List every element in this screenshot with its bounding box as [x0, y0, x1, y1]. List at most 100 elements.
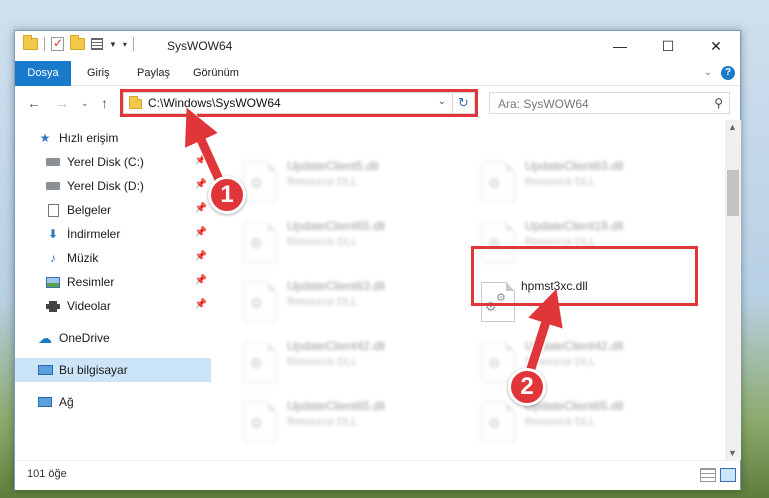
- item-count: 101 öğe: [27, 468, 67, 480]
- customize-toolbar-icon[interactable]: [91, 38, 103, 50]
- sidebar-item-label: OneDrive: [59, 331, 110, 345]
- dll-file-icon: ⚙: [243, 342, 277, 382]
- file-name: UpdateClient42.dll: [525, 339, 624, 353]
- qat-dropdown-icon[interactable]: ▾: [123, 40, 127, 49]
- sidebar-item-label: Hızlı erişim: [59, 131, 119, 145]
- sidebar-item-label: Yerel Disk (C:): [67, 155, 144, 169]
- star-icon: ★: [39, 131, 51, 145]
- file-item[interactable]: ⚙ UpdateClient65.dll Resource DLL: [235, 396, 457, 448]
- pin-icon[interactable]: 📌: [195, 251, 207, 262]
- sidebar-item-onedrive[interactable]: ☁ OneDrive: [15, 326, 211, 350]
- folder-icon: [23, 35, 38, 50]
- quick-access-toolbar: ▼ ▾: [23, 35, 134, 51]
- vertical-scrollbar[interactable]: ▲ ▼: [725, 120, 741, 460]
- sidebar-item-label: Belgeler: [67, 203, 112, 217]
- computer-icon: [37, 363, 53, 377]
- download-icon: ⬇: [47, 227, 59, 241]
- forward-arrow-icon[interactable]: →: [55, 95, 69, 111]
- file-description: Resource DLL: [525, 176, 596, 188]
- drive-icon: [45, 155, 61, 169]
- file-description: Resource DLL: [525, 416, 596, 428]
- properties-check-icon[interactable]: [51, 36, 64, 51]
- back-arrow-icon[interactable]: ←: [27, 95, 41, 111]
- sidebar-item-local-disk-c[interactable]: Yerel Disk (C:) 📌: [15, 150, 211, 174]
- sidebar-item-music[interactable]: ♪ Müzik 📌: [15, 246, 211, 270]
- close-button[interactable]: ✕: [692, 31, 740, 61]
- sidebar-item-network[interactable]: Ağ: [15, 390, 211, 414]
- file-item[interactable]: ⚙ UpdateClient42.dll Resource DLL: [235, 336, 457, 388]
- video-icon: [45, 299, 61, 313]
- file-item[interactable]: ⚙ UpdateClient63.dll Resource DLL: [235, 276, 457, 328]
- file-description: Resource DLL: [287, 356, 358, 368]
- sidebar-item-videos[interactable]: Videolar 📌: [15, 294, 211, 318]
- sidebar-item-label: Yerel Disk (D:): [67, 179, 144, 193]
- file-description: Resource DLL: [287, 236, 358, 248]
- pin-icon[interactable]: 📌: [195, 275, 207, 286]
- file-name: UpdateClient63.dll: [287, 279, 386, 293]
- navigation-pane: ★ Hızlı erişim Yerel Disk (C:) 📌 Yerel D…: [15, 120, 211, 460]
- file-item[interactable]: ⚙ UpdateClient65.dll Resource DLL: [235, 216, 457, 268]
- tab-view[interactable]: Görünüm: [183, 61, 249, 86]
- sidebar-item-downloads[interactable]: ⬇ İndirmeler 📌: [15, 222, 211, 246]
- status-bar: 101 öğe: [15, 460, 740, 490]
- file-item[interactable]: ⚙ UpdateClient5.dll Resource DLL: [235, 156, 457, 208]
- file-highlight: [471, 246, 698, 306]
- details-view-icon[interactable]: [700, 468, 716, 482]
- sidebar-item-label: Resimler: [67, 275, 115, 289]
- new-folder-icon[interactable]: [70, 35, 85, 50]
- sidebar-item-label: Müzik: [67, 251, 99, 265]
- step-badge-2: 2: [508, 368, 546, 406]
- pictures-icon: [45, 275, 61, 289]
- pin-icon[interactable]: 📌: [195, 299, 207, 310]
- tab-file[interactable]: Dosya: [15, 61, 71, 86]
- pin-icon[interactable]: 📌: [195, 155, 207, 166]
- document-icon: [45, 203, 61, 217]
- tab-share[interactable]: Paylaş: [127, 61, 180, 86]
- ribbon-expand-icon[interactable]: ⌄: [704, 67, 712, 78]
- sidebar-item-quick-access[interactable]: ★ Hızlı erişim: [15, 126, 211, 150]
- sidebar-item-label: Bu bilgisayar: [59, 363, 128, 377]
- sidebar-item-documents[interactable]: Belgeler 📌: [15, 198, 211, 222]
- dll-file-icon: ⚙: [243, 222, 277, 262]
- file-name: UpdateClient65.dll: [287, 399, 386, 413]
- file-name: UpdateClient5.dll: [287, 159, 379, 173]
- file-description: Resource DLL: [287, 296, 358, 308]
- help-icon[interactable]: ?: [721, 66, 735, 80]
- recent-locations-icon[interactable]: ⌄: [81, 98, 89, 109]
- dll-file-icon: ⚙: [243, 402, 277, 442]
- address-bar-highlight: [120, 89, 478, 117]
- maximize-button[interactable]: ☐: [644, 31, 692, 61]
- network-icon: [37, 395, 53, 409]
- title-bar: ▼ ▾ SysWOW64 — ☐ ✕: [15, 31, 740, 61]
- sidebar-item-this-pc[interactable]: Bu bilgisayar: [15, 358, 211, 382]
- file-item[interactable]: ⚙ UpdateClient42.dll Resource DLL: [473, 336, 695, 388]
- file-item[interactable]: ⚙ UpdateClient63.dll Resource DLL: [473, 156, 695, 208]
- scroll-thumb[interactable]: [727, 170, 739, 216]
- dll-file-icon: ⚙: [481, 162, 515, 202]
- pin-icon[interactable]: 📌: [195, 179, 207, 190]
- scroll-down-icon[interactable]: ▼: [728, 448, 737, 458]
- pin-icon[interactable]: 📌: [195, 227, 207, 238]
- window-controls: — ☐ ✕: [596, 31, 740, 61]
- cloud-icon: ☁: [38, 329, 52, 346]
- dll-file-icon: ⚙: [243, 282, 277, 322]
- minimize-button[interactable]: —: [596, 31, 644, 61]
- large-icons-view-icon[interactable]: [720, 468, 736, 482]
- toolbar-divider: [132, 37, 134, 51]
- file-name: UpdateClient63.dll: [525, 159, 624, 173]
- file-item[interactable]: ⚙ UpdateClient65.dll Resource DLL: [473, 396, 695, 448]
- pin-icon[interactable]: 📌: [195, 203, 207, 214]
- dll-file-icon: ⚙: [243, 162, 277, 202]
- scroll-up-icon[interactable]: ▲: [728, 122, 737, 132]
- sidebar-item-local-disk-d[interactable]: Yerel Disk (D:) 📌: [15, 174, 211, 198]
- sidebar-item-pictures[interactable]: Resimler 📌: [15, 270, 211, 294]
- search-icon[interactable]: ⚲: [714, 96, 723, 110]
- up-arrow-icon[interactable]: ↑: [101, 95, 108, 111]
- search-input[interactable]: Ara: SysWOW64 ⚲: [489, 92, 730, 114]
- toolbar-divider: [44, 37, 45, 51]
- file-description: Resource DLL: [525, 356, 596, 368]
- sidebar-item-label: Videolar: [67, 299, 111, 313]
- tab-home[interactable]: Giriş: [77, 61, 120, 86]
- chevron-down-icon[interactable]: ▼: [109, 40, 117, 49]
- file-name: UpdateClient19.dll: [525, 219, 624, 233]
